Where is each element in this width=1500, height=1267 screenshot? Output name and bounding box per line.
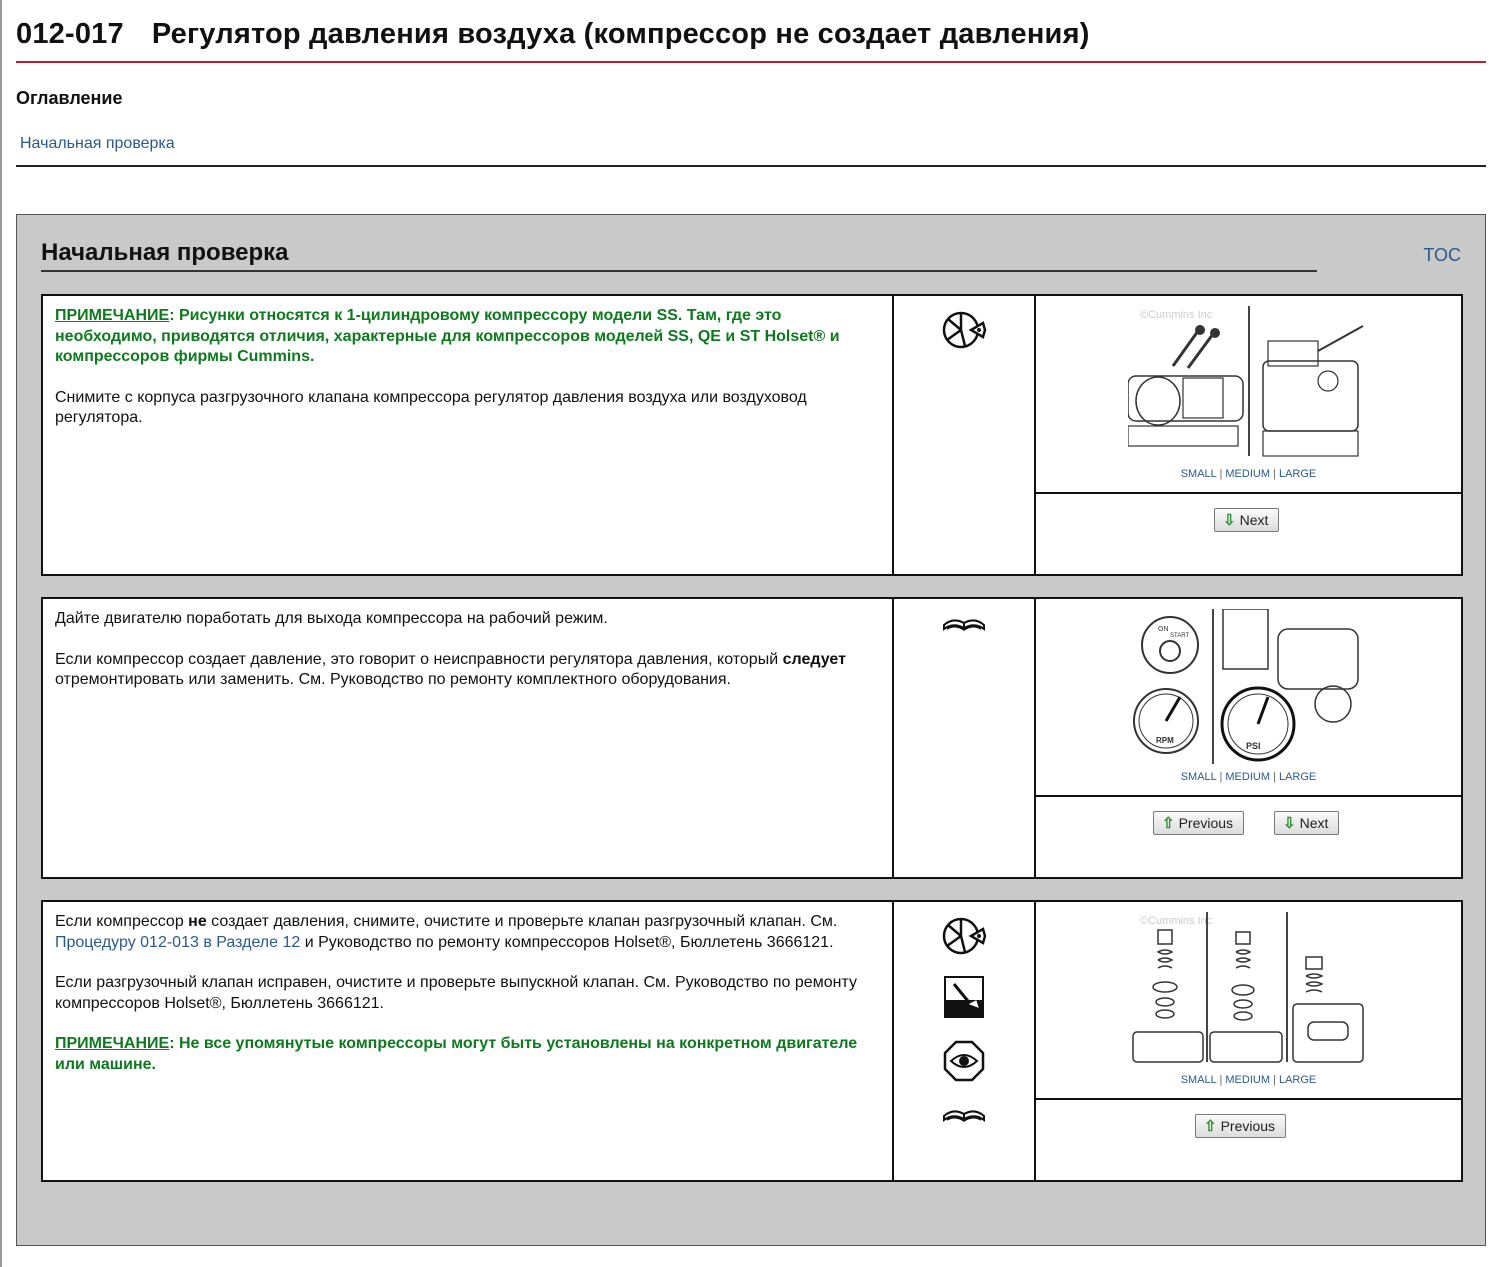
gauge-label-on: ON bbox=[1158, 626, 1169, 633]
step-3-instruction-2: Если разгрузочный клапан исправен, очист… bbox=[55, 974, 857, 1012]
text-part: и Руководство по ремонту компрессоров Ho… bbox=[300, 933, 834, 951]
previous-label: Previous bbox=[1178, 815, 1234, 831]
size-small-link[interactable]: SMALL bbox=[1181, 1074, 1217, 1086]
step-1-image-area: ©Cummins Inc SMALL | MEDIUM | LARGE bbox=[1036, 296, 1461, 494]
step-2-text: Дайте двигателю поработать для выхода ко… bbox=[43, 599, 894, 877]
image-size-links: SMALL | MEDIUM | LARGE bbox=[1036, 468, 1461, 480]
next-button[interactable]: ⇩ Next bbox=[1214, 508, 1280, 532]
step-2-nav: ⇧ Previous ⇩ Next bbox=[1036, 797, 1461, 879]
section-title: Начальная проверка bbox=[41, 239, 289, 266]
step-3-note: ПРИМЕЧАНИЕ: Не все упомянутые компрессор… bbox=[55, 1034, 880, 1075]
separator: | bbox=[1219, 468, 1223, 480]
next-button[interactable]: ⇩ Next bbox=[1274, 811, 1340, 835]
step-2-instruction-1: Дайте двигателю поработать для выхода ко… bbox=[55, 610, 608, 627]
size-large-link[interactable]: LARGE bbox=[1279, 771, 1316, 783]
separator: | bbox=[1273, 771, 1276, 783]
step-1-figure: ©Cummins Inc SMALL | MEDIUM | LARGE ⇩ Ne… bbox=[1036, 296, 1461, 574]
size-small-link[interactable]: SMALL bbox=[1181, 771, 1217, 783]
text-bold: следует bbox=[782, 650, 846, 668]
toc-divider bbox=[16, 165, 1486, 167]
step-1: ПРИМЕЧАНИЕ: Рисунки относятся к 1-цилинд… bbox=[41, 294, 1463, 576]
size-small-link[interactable]: SMALL bbox=[1181, 468, 1217, 480]
step-3-icons bbox=[894, 902, 1036, 1180]
step-2-icons bbox=[894, 599, 1036, 877]
image-size-links: SMALL | MEDIUM | LARGE bbox=[1036, 1074, 1461, 1086]
wrench-tool-icon bbox=[942, 917, 987, 955]
note-text: : Не все упомянутые компрессоры могут бы… bbox=[55, 1035, 858, 1073]
step-1-note: ПРИМЕЧАНИЕ: Рисунки относятся к 1-цилинд… bbox=[55, 306, 880, 368]
gauges-illustration: ON START RPM PSI bbox=[1128, 609, 1368, 769]
next-label: Next bbox=[1239, 512, 1269, 528]
toc-link-initial-check[interactable]: Начальная проверка bbox=[20, 135, 175, 153]
text-part: Если компрессор bbox=[55, 913, 189, 930]
note-label: ПРИМЕЧАНИЕ bbox=[55, 307, 170, 324]
step-3-text: Если компрессор не создает давления, сни… bbox=[43, 902, 894, 1180]
previous-button[interactable]: ⇧ Previous bbox=[1195, 1114, 1287, 1138]
section-initial-check: Начальная проверка TOC ПРИМЕЧАНИЕ: Рисун… bbox=[16, 214, 1486, 1246]
step-1-nav: ⇩ Next bbox=[1036, 494, 1461, 576]
toc-heading: Оглавление bbox=[16, 88, 123, 108]
step-1-text: ПРИМЕЧАНИЕ: Рисунки относятся к 1-цилинд… bbox=[43, 296, 894, 574]
size-medium-link[interactable]: MEDIUM bbox=[1225, 1074, 1270, 1086]
separator: | bbox=[1219, 771, 1223, 783]
valve-exploded-illustration: ©Cummins Inc bbox=[1128, 912, 1368, 1072]
size-medium-link[interactable]: MEDIUM bbox=[1225, 771, 1270, 783]
procedure-012-013-link[interactable]: Процедуру 012-013 в Разделе 12 bbox=[55, 934, 300, 951]
arrow-down-icon: ⇩ bbox=[1283, 815, 1296, 832]
separator: | bbox=[1273, 468, 1276, 480]
step-2-figure: ON START RPM PSI SMALL | MEDIUM | LARGE … bbox=[1036, 599, 1461, 877]
wrench-tool-icon bbox=[942, 311, 987, 349]
toc-back-link[interactable]: TOC bbox=[1423, 245, 1461, 266]
step-3-instruction-1: Если компрессор не создает давления, сни… bbox=[55, 912, 880, 953]
page-title-text: Регулятор давления воздуха (компрессор н… bbox=[151, 18, 1090, 50]
step-1-icons bbox=[894, 296, 1036, 574]
section-divider bbox=[41, 270, 1317, 272]
page-title: 012-017 Регулятор давления воздуха (компр… bbox=[16, 18, 1090, 51]
text-bold: не bbox=[188, 913, 207, 930]
arrow-up-icon: ⇧ bbox=[1162, 815, 1175, 832]
title-divider bbox=[16, 61, 1486, 63]
separator: | bbox=[1273, 1074, 1276, 1086]
page-code: 012-017 bbox=[16, 18, 124, 50]
previous-button[interactable]: ⇧ Previous bbox=[1153, 811, 1245, 835]
size-large-link[interactable]: LARGE bbox=[1279, 1074, 1316, 1086]
step-2: Дайте двигателю поработать для выхода ко… bbox=[41, 597, 1463, 879]
note-label: ПРИМЕЧАНИЕ bbox=[55, 1035, 170, 1052]
arrow-up-icon: ⇧ bbox=[1204, 1118, 1217, 1135]
next-label: Next bbox=[1299, 815, 1329, 831]
compressor-illustration: ©Cummins Inc bbox=[1128, 306, 1368, 466]
gauge-label-start: START bbox=[1170, 633, 1189, 639]
watermark: ©Cummins Inc bbox=[1140, 915, 1213, 927]
step-2-image-area: ON START RPM PSI SMALL | MEDIUM | LARGE bbox=[1036, 599, 1461, 797]
step-3: Если компрессор не создает давления, сни… bbox=[41, 900, 1463, 1182]
step-3-image-area: ©Cummins Inc SMALL | MEDIUM | LARGE bbox=[1036, 902, 1461, 1100]
arrow-down-icon: ⇩ bbox=[1223, 512, 1236, 529]
text-part: создает давления, снимите, очистите и пр… bbox=[206, 913, 838, 930]
gauge-label-psi: PSI bbox=[1246, 741, 1261, 751]
image-size-links: SMALL | MEDIUM | LARGE bbox=[1036, 771, 1461, 783]
inspect-eye-icon bbox=[943, 1040, 985, 1082]
step-3-nav: ⇧ Previous bbox=[1036, 1100, 1461, 1182]
size-large-link[interactable]: LARGE bbox=[1279, 468, 1316, 480]
step-1-instruction: Снимите с корпуса разгрузочного клапана … bbox=[55, 388, 807, 427]
step-2-instruction-2: Если компрессор создает давление, это го… bbox=[55, 650, 880, 691]
previous-label: Previous bbox=[1220, 1118, 1276, 1134]
note-text: : Рисунки относятся к 1-цилиндровому ком… bbox=[55, 307, 840, 365]
text-part: Если компрессор создает давление, это го… bbox=[55, 650, 783, 668]
text-part: отремонтировать или заменить. См. Руково… bbox=[55, 671, 731, 688]
manual-book-icon bbox=[943, 619, 985, 632]
size-medium-link[interactable]: MEDIUM bbox=[1225, 468, 1270, 480]
gauge-label-rpm: RPM bbox=[1156, 736, 1174, 745]
watermark: ©Cummins Inc bbox=[1140, 309, 1213, 321]
separator: | bbox=[1219, 1074, 1223, 1086]
cleaning-icon bbox=[944, 976, 984, 1018]
manual-book-icon bbox=[943, 1110, 985, 1123]
step-3-figure: ©Cummins Inc SMALL | MEDIUM | LARGE ⇧ Pr… bbox=[1036, 902, 1461, 1180]
